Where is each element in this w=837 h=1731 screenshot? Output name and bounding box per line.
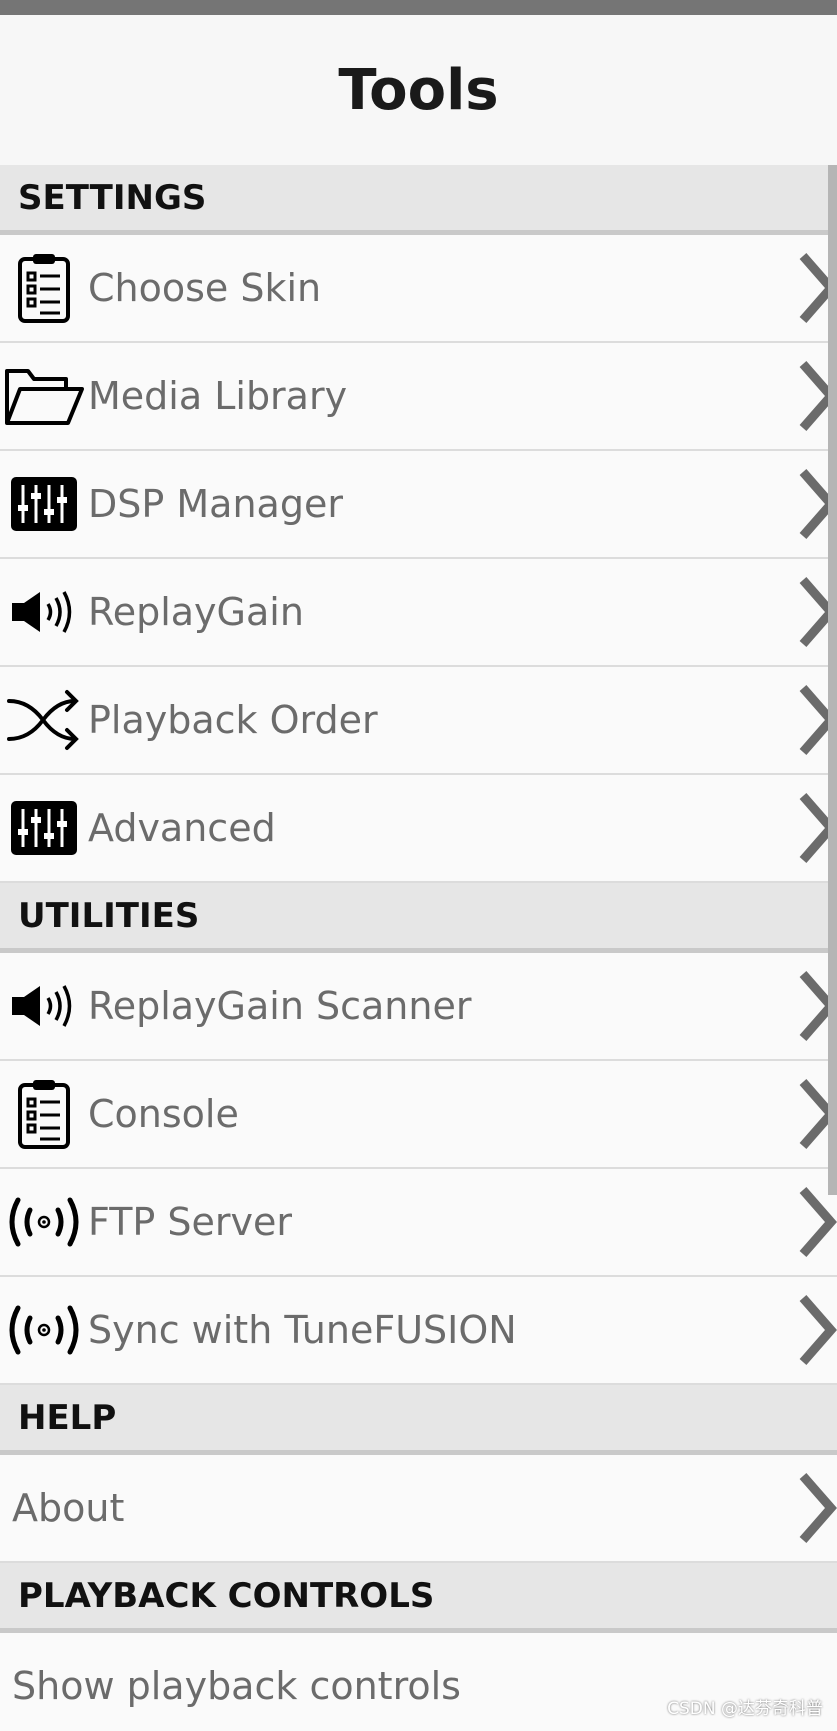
- list-item-sync-tunefusion[interactable]: Sync with TuneFUSION: [0, 1277, 837, 1385]
- section-header-help: HELP: [0, 1385, 837, 1455]
- watermark-text: CSDN @达芬奇科普: [667, 1699, 823, 1719]
- section-title: PLAYBACK CONTROLS: [18, 1575, 435, 1616]
- chevron-right-icon: [799, 1295, 837, 1365]
- section-header-settings: SETTINGS: [0, 165, 837, 235]
- list-item-label: Media Library: [88, 374, 348, 418]
- list-item-choose-skin[interactable]: Choose Skin: [0, 235, 837, 343]
- tools-list: SETTINGS Choose Skin Media Library DSP M…: [0, 165, 837, 1731]
- list-item-ftp-server[interactable]: FTP Server: [0, 1169, 837, 1277]
- clipboard-list-icon: [0, 1061, 88, 1167]
- broadcast-icon: [0, 1277, 88, 1383]
- list-item-label: Choose Skin: [88, 266, 322, 310]
- list-item-console[interactable]: Console: [0, 1061, 837, 1169]
- status-bar: [0, 0, 837, 15]
- app-header: Tools: [0, 15, 837, 165]
- list-item-label: Playback Order: [88, 698, 378, 742]
- list-item-label: About: [12, 1486, 125, 1530]
- folder-open-icon: [0, 343, 88, 449]
- clipboard-list-icon: [0, 235, 88, 341]
- list-item-about[interactable]: About: [0, 1455, 837, 1563]
- speaker-volume-icon: [0, 953, 88, 1059]
- equalizer-sliders-icon: [0, 451, 88, 557]
- list-item-advanced[interactable]: Advanced: [0, 775, 837, 883]
- list-item-media-library[interactable]: Media Library: [0, 343, 837, 451]
- chevron-right-icon: [799, 1473, 837, 1543]
- section-header-utilities: UTILITIES: [0, 883, 837, 953]
- section-title: UTILITIES: [18, 895, 200, 936]
- scrollbar[interactable]: [828, 165, 837, 1195]
- section-title: SETTINGS: [18, 177, 207, 218]
- equalizer-sliders-icon: [0, 775, 88, 881]
- list-item-label: Console: [88, 1092, 239, 1136]
- list-item-label: Sync with TuneFUSION: [88, 1308, 517, 1352]
- section-header-playback-controls: PLAYBACK CONTROLS: [0, 1563, 837, 1633]
- chevron-right-icon: [799, 1187, 837, 1257]
- list-item-replaygain[interactable]: ReplayGain: [0, 559, 837, 667]
- list-item-label: FTP Server: [88, 1200, 293, 1244]
- section-title: HELP: [18, 1397, 117, 1438]
- list-item-label: ReplayGain: [88, 590, 304, 634]
- list-item-label: DSP Manager: [88, 482, 343, 526]
- list-item-dsp-manager[interactable]: DSP Manager: [0, 451, 837, 559]
- list-item-replaygain-scanner[interactable]: ReplayGain Scanner: [0, 953, 837, 1061]
- list-item-playback-order[interactable]: Playback Order: [0, 667, 837, 775]
- page-title: Tools: [338, 57, 499, 123]
- speaker-volume-icon: [0, 559, 88, 665]
- list-item-label: Advanced: [88, 806, 276, 850]
- list-item-label: Show playback controls: [12, 1664, 461, 1708]
- list-item-label: ReplayGain Scanner: [88, 984, 472, 1028]
- shuffle-icon: [0, 667, 88, 773]
- broadcast-icon: [0, 1169, 88, 1275]
